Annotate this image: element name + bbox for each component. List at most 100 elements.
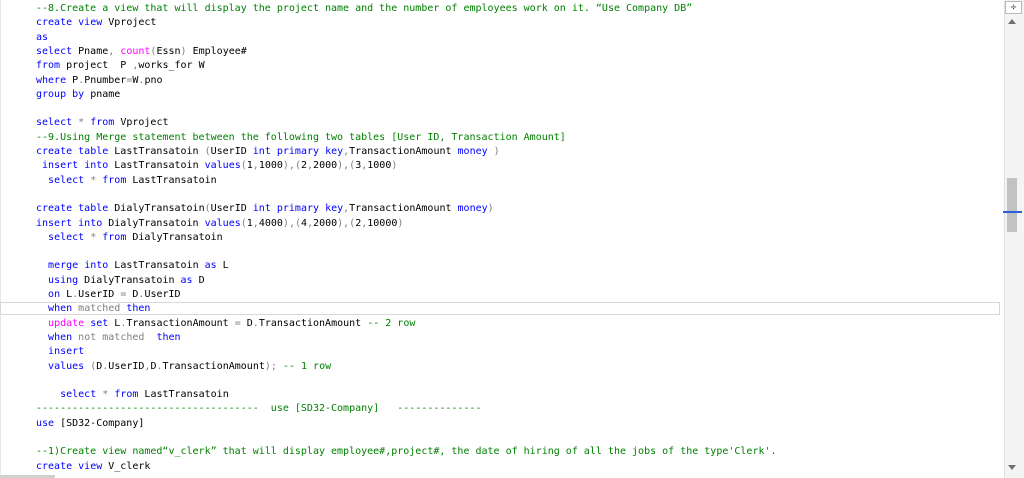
code-line[interactable]: as (36, 31, 48, 45)
code-token: ) (397, 217, 404, 229)
code-token: Essn (156, 45, 181, 57)
code-token: from (102, 231, 127, 243)
code-token: UserID (210, 146, 253, 157)
code-line[interactable]: from project P ,works_for W (36, 59, 205, 73)
code-token: matched (102, 331, 145, 343)
split-editor-icon[interactable]: ÷ (1005, 1, 1022, 14)
code-token: insert (36, 217, 73, 229)
code-line[interactable]: create table DialyTransatoin(UserID int … (36, 202, 494, 216)
code-token: values (204, 217, 241, 229)
code-token: [SD32-Company] (54, 417, 145, 429)
code-token: V_clerk (102, 460, 151, 472)
scrollbar-thumb[interactable] (1007, 178, 1017, 232)
code-token: as (204, 260, 217, 272)
code-line[interactable]: values (D.UserID,D.TransactionAmount); -… (36, 360, 331, 374)
code-token: not (78, 331, 97, 343)
code-token: by (72, 88, 85, 100)
code-token: then (156, 331, 181, 343)
code-token: UserID (78, 289, 121, 300)
vertical-scrollbar[interactable] (1004, 0, 1024, 478)
code-line[interactable]: insert into DialyTransatoin values(1,400… (36, 217, 403, 231)
code-line[interactable]: when matched then (36, 302, 150, 316)
code-line[interactable]: where P.Pnumber=W.pno (36, 74, 163, 88)
code-token: into (78, 217, 103, 229)
code-token: 1000 (258, 160, 283, 172)
code-token: values (204, 160, 241, 172)
code-token: from (102, 174, 127, 186)
code-line[interactable]: update set L.TransactionAmount = D.Trans… (36, 317, 415, 331)
code-token: ------------------------------------- us… (36, 403, 482, 415)
code-token: LastTransatoin (126, 174, 217, 186)
code-token: ) (487, 203, 494, 215)
code-token: from (36, 60, 61, 72)
code-line[interactable]: on L.UserID = D.UserID (36, 288, 181, 302)
code-token: insert (42, 160, 79, 172)
code-line[interactable]: --1)Create view named“v_clerk” that will… (36, 445, 777, 459)
code-token: pno (144, 74, 163, 86)
code-token: when (48, 303, 73, 315)
code-token: TransactionAmount (162, 360, 265, 372)
code-line[interactable]: --8.Create a view that will display the … (36, 2, 692, 16)
code-token: table (78, 146, 109, 157)
code-token: L (60, 289, 73, 300)
code-token: primary (276, 146, 320, 157)
code-token: where (36, 74, 67, 86)
code-line[interactable]: merge into LastTransatoin as L (36, 259, 229, 273)
code-token: use (36, 417, 55, 429)
code-token: select (48, 231, 85, 243)
code-line[interactable]: select * from LastTransatoin (36, 388, 229, 402)
scroll-up-arrow-icon[interactable] (1008, 19, 1016, 24)
code-line[interactable]: --9.Using Merge statement between the fo… (36, 131, 566, 145)
scroll-down-arrow-icon[interactable] (1008, 465, 1016, 470)
code-editor[interactable]: --8.Create a view that will display the … (0, 0, 1004, 478)
code-line[interactable]: insert into LastTransatoin values(1,1000… (36, 159, 397, 173)
code-token: DialyTransatoin (108, 203, 205, 215)
code-token: view (78, 17, 103, 29)
code-token: create (36, 17, 73, 29)
code-token: create (36, 460, 73, 472)
code-token: TransactionAmount (258, 317, 368, 329)
code-line[interactable]: when not matched then (36, 331, 181, 345)
code-line[interactable]: group by pname (36, 88, 120, 102)
code-token: ),( (337, 217, 356, 229)
code-line[interactable]: insert (36, 345, 84, 359)
code-token: 10000 (367, 217, 398, 229)
code-token: D (192, 274, 205, 286)
code-line[interactable]: use [SD32-Company] (36, 417, 144, 431)
code-token: 2000 (313, 217, 338, 229)
code-token: 4000 (258, 217, 283, 229)
code-line[interactable]: select * from Vproject (36, 116, 169, 130)
code-line[interactable]: select Pname, count(Essn) Employee# (36, 45, 247, 59)
code-token: DialyTransatoin (78, 274, 181, 286)
code-token: from (90, 117, 115, 129)
code-token: project P (60, 60, 133, 72)
code-line[interactable]: create view V_clerk (36, 460, 150, 474)
code-token: create (36, 203, 73, 215)
code-token: using (48, 274, 79, 286)
code-token: update (48, 317, 85, 329)
code-token: matched (78, 303, 121, 315)
code-token: select (48, 174, 85, 186)
code-token: key (325, 146, 344, 157)
code-line[interactable]: select * from DialyTransatoin (36, 231, 223, 245)
code-token: ),( (337, 160, 356, 172)
code-line[interactable]: select * from LastTransatoin (36, 174, 217, 188)
code-token: UserID (210, 203, 253, 215)
code-token: when (48, 331, 73, 343)
cursor-position-marker (1003, 211, 1022, 213)
code-token: ),( (282, 160, 301, 172)
code-line[interactable]: create view Vproject (36, 16, 156, 30)
code-token: 1000 (367, 160, 392, 172)
code-line[interactable]: using DialyTransatoin as D (36, 274, 205, 288)
code-token: from (114, 389, 139, 401)
code-line[interactable]: create table LastTransatoin (UserID int … (36, 145, 500, 159)
code-token: LastTransatoin (108, 160, 205, 172)
code-token: --9.Using Merge statement between the fo… (36, 131, 566, 143)
code-line[interactable]: ------------------------------------- us… (36, 402, 482, 416)
code-token: key (325, 203, 344, 215)
